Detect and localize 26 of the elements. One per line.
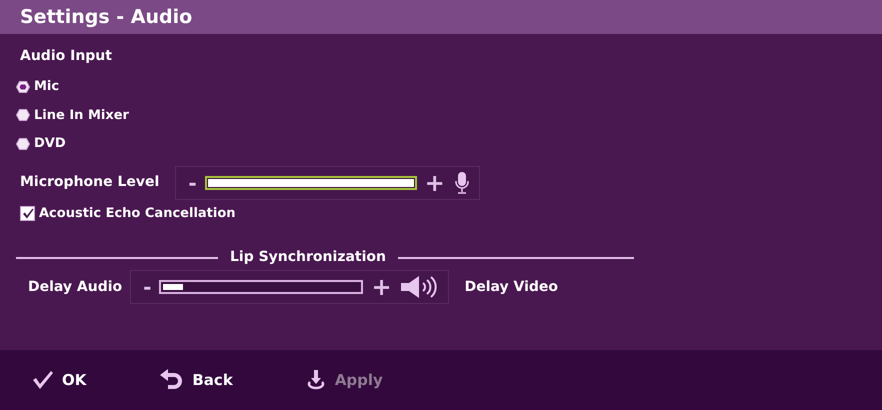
- action-button[interactable]: OK: [32, 368, 86, 392]
- microphone-icon: [452, 170, 471, 194]
- checkmark-icon: [32, 370, 54, 390]
- action-button[interactable]: Back: [158, 368, 233, 392]
- slider-label: Delay Video: [464, 278, 558, 296]
- radio-label[interactable]: DVD: [34, 134, 66, 154]
- checkbox[interactable]: [20, 206, 35, 221]
- section-heading: Audio Input: [20, 47, 113, 66]
- radio-button[interactable]: [16, 109, 30, 122]
- radio-label[interactable]: Line In Mixer: [34, 106, 129, 125]
- checkbox-label[interactable]: Acoustic Echo Cancellation: [39, 204, 236, 223]
- section-heading: Lip Synchronization: [228, 248, 387, 267]
- window-title: Settings - Audio: [20, 4, 192, 30]
- slider-track[interactable]: [159, 280, 364, 294]
- slider-label: Microphone Level: [20, 173, 160, 192]
- decrease-button[interactable]: -: [139, 277, 156, 297]
- slider-track[interactable]: [204, 176, 417, 190]
- increase-button[interactable]: +: [420, 170, 449, 194]
- return-arrow-icon: [158, 369, 184, 391]
- decrease-button[interactable]: -: [184, 172, 201, 192]
- radio-button[interactable]: [16, 80, 30, 93]
- increase-button[interactable]: +: [367, 275, 396, 299]
- radio-label[interactable]: Mic: [34, 77, 60, 96]
- slider-label: Delay Audio: [28, 278, 122, 296]
- checkmark-icon: [22, 208, 34, 219]
- radio-button[interactable]: [16, 138, 30, 150]
